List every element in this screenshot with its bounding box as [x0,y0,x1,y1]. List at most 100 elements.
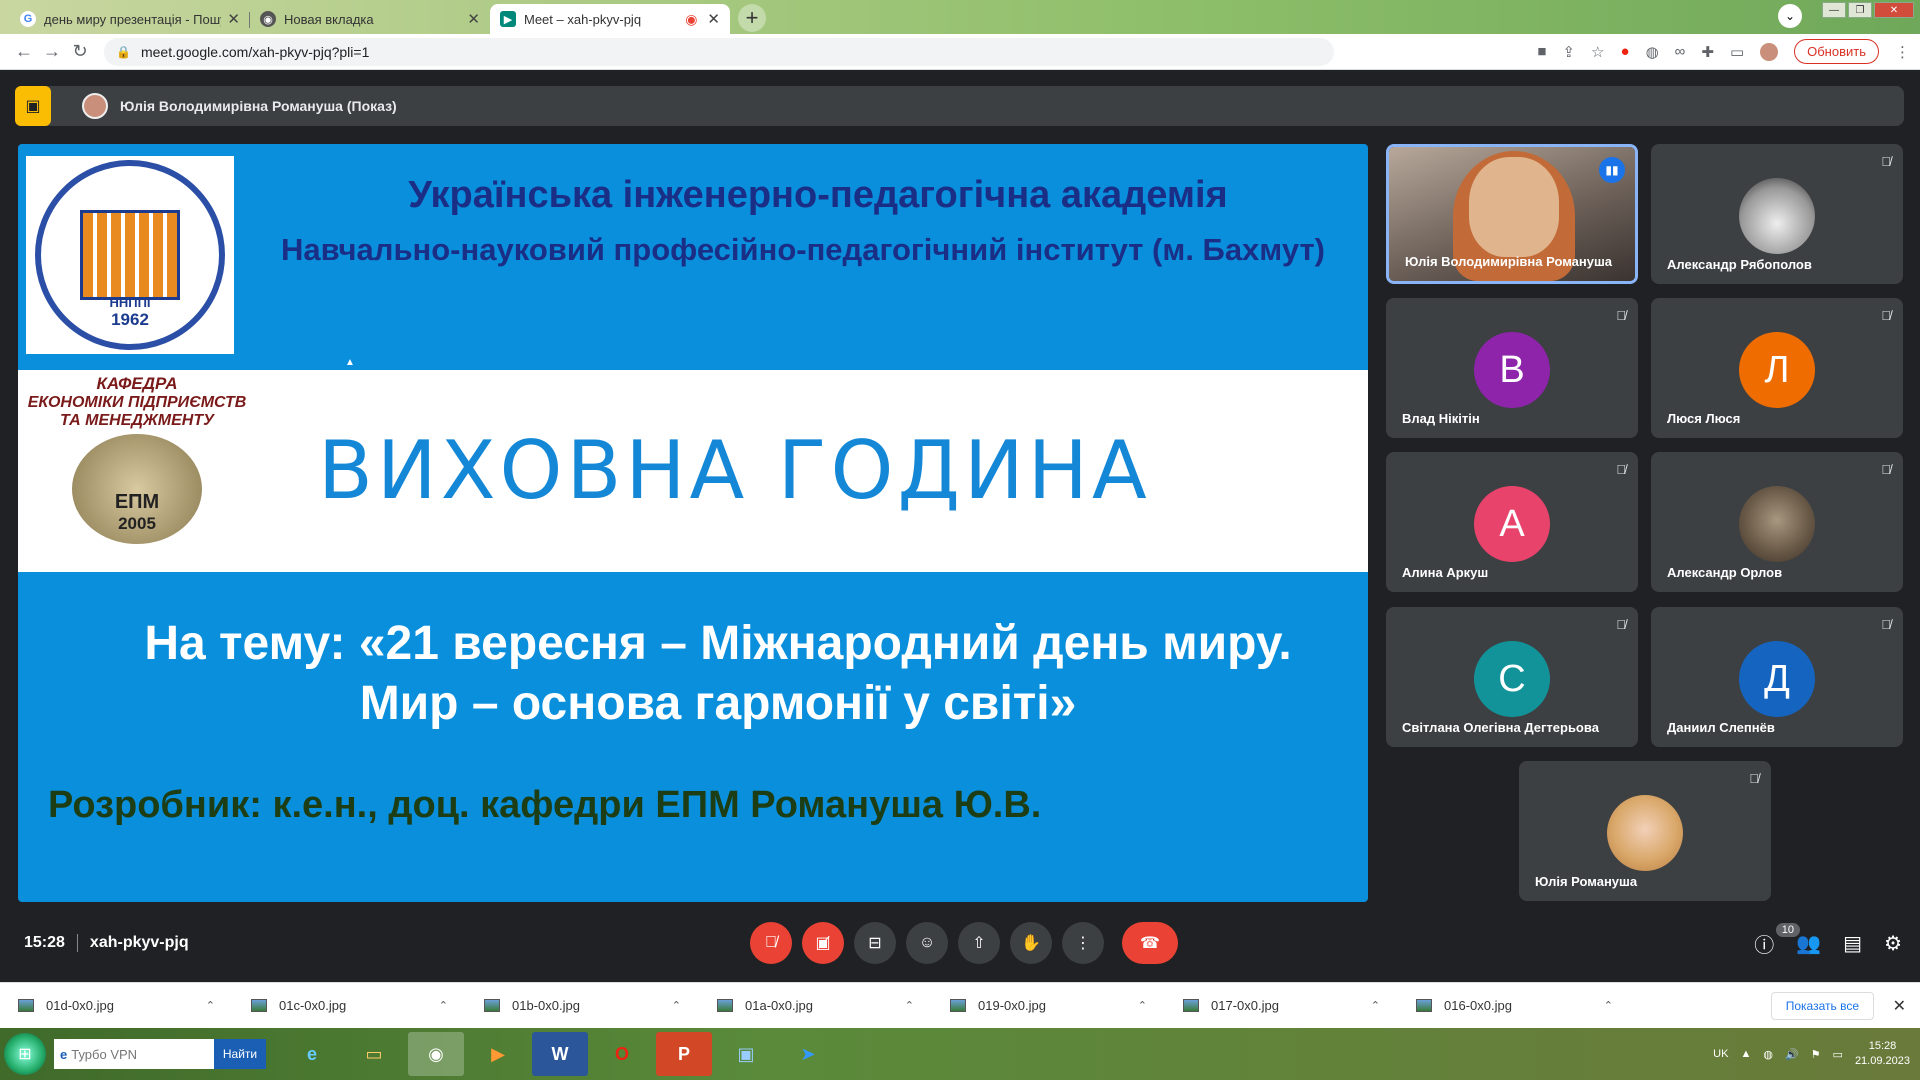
forward-button[interactable]: → [38,41,66,62]
tab-google-search[interactable]: G день миру презентація - Пошук ✕ [10,4,250,34]
telegram-icon[interactable]: ➤ [780,1032,836,1076]
profile-avatar[interactable] [1760,42,1779,61]
chevron-up-icon[interactable]: ⌃ [1604,999,1613,1012]
download-item[interactable]: 019-0x0.jpg ⌃ [932,998,1165,1013]
tab-meet[interactable]: ▶ Meet – xah-pkyv-pjq ◉ ✕ [490,4,730,34]
participant-name: Даниил Слепнёв [1667,720,1775,735]
dept-abbr: ЕПМ [114,491,160,513]
raise-hand-button[interactable]: ✋ [1010,922,1052,964]
logo-abbr: ННППІ [109,295,151,310]
participant-tile[interactable]: 🎙̸ Александр Орлов [1651,452,1903,592]
new-tab-button[interactable]: + [738,4,766,32]
media-player-icon[interactable]: ▶ [470,1032,526,1076]
close-icon[interactable]: ✕ [227,10,240,28]
tab-search-button[interactable]: ⌄ [1778,4,1802,28]
reload-button[interactable]: ↻ [66,41,94,62]
image-file-icon [251,999,267,1012]
opera-icon[interactable]: O [594,1032,650,1076]
photo-viewer-icon[interactable]: ▣ [718,1032,774,1076]
chat-icon[interactable]: ▤ [1843,931,1862,956]
reactions-button[interactable]: ☺ [906,922,948,964]
captions-button[interactable]: ⊟ [854,922,896,964]
chevron-up-icon[interactable]: ⌃ [672,999,681,1012]
download-item[interactable]: 017-0x0.jpg ⌃ [1165,998,1398,1013]
restore-button[interactable]: ❐ [1848,2,1872,18]
taskbar-search-button[interactable]: Найти [214,1039,266,1069]
download-item[interactable]: 01a-0x0.jpg ⌃ [699,998,932,1013]
meeting-info: 15:28 xah-pkyv-pjq [24,933,189,952]
close-icon[interactable]: ✕ [467,10,480,28]
opera-extension-icon[interactable]: ● [1621,43,1630,60]
share-icon[interactable]: ⇪ [1562,43,1575,61]
participant-tile[interactable]: 🎙̸ А Алина Аркуш [1386,452,1638,592]
stop-presenting-icon[interactable]: ▣ [15,86,51,126]
info-icon[interactable]: ⓘ [1754,929,1774,958]
dept-line3: ТА МЕНЕДЖМЕНТУ [60,412,214,429]
bookmark-star-icon[interactable]: ☆ [1591,43,1604,61]
camera-toggle-button[interactable]: ▣̸ [802,922,844,964]
language-indicator[interactable]: UK [1713,1048,1728,1060]
participant-tile[interactable]: 🎙̸ Д Даниил Слепнёв [1651,607,1903,747]
present-button[interactable]: ⇧ [958,922,1000,964]
call-controls: 🎙̸ ▣̸ ⊟ ☺ ⇧ ✋ ⋮ ☎ [750,922,1178,964]
lock-icon[interactable]: 🔒 [116,45,131,59]
dept-year: 2005 [118,514,156,533]
participant-tile[interactable]: 🎙̸ В Влад Нікітін [1386,298,1638,438]
mic-off-icon: 🎙̸ [1616,617,1626,632]
puzzle-extensions-icon[interactable]: ✚ [1701,43,1714,61]
camera-icon[interactable]: ■ [1537,43,1546,60]
download-item[interactable]: 01b-0x0.jpg ⌃ [466,998,699,1013]
present-screen-icon: ⇧ [972,935,986,952]
powerpoint-icon[interactable]: P [656,1032,712,1076]
mic-off-icon: 🎙̸ [1881,462,1891,477]
participant-tile[interactable]: 🎙̸ С Світлана Олегівна Дегтерьова [1386,607,1638,747]
chrome-icon[interactable]: ◉ [408,1032,464,1076]
word-icon[interactable]: W [532,1032,588,1076]
chevron-up-icon[interactable]: ⌃ [439,999,448,1012]
people-icon[interactable]: 👥 [1796,931,1821,956]
participant-photo [1607,795,1683,871]
url-field[interactable]: 🔒 meet.google.com/xah-pkyv-pjq?pli=1 [104,37,1334,66]
extension-icon[interactable]: ◍ [1646,43,1659,61]
start-button[interactable]: ⊞ [4,1033,46,1075]
download-item[interactable]: 01c-0x0.jpg ⌃ [233,998,466,1013]
download-item[interactable]: 01d-0x0.jpg ⌃ [0,998,233,1013]
participant-avatar: Л [1739,332,1815,408]
download-item[interactable]: 016-0x0.jpg ⌃ [1398,998,1631,1013]
chevron-up-icon[interactable]: ⌃ [1138,999,1147,1012]
flag-icon[interactable]: ⚑ [1811,1048,1821,1061]
close-window-button[interactable]: ✕ [1874,2,1914,18]
power-icon[interactable]: ▭ [1833,1048,1843,1061]
vpn-extension-icon[interactable]: ∞ [1675,43,1686,60]
participant-tile[interactable]: ▮▮ Юлія Володимирівна Романуша [1386,144,1638,284]
close-icon[interactable]: ✕ [1893,996,1906,1016]
activities-icon[interactable]: ⚙ [1884,931,1902,956]
show-all-downloads-button[interactable]: Показать все [1770,991,1874,1020]
taskbar-clock[interactable]: 15:28 21.09.2023 [1855,1039,1910,1069]
leave-call-button[interactable]: ☎ [1122,922,1178,964]
menu-dots-icon[interactable]: ⋮ [1895,43,1910,61]
chevron-up-icon[interactable]: ⌃ [905,999,914,1012]
taskbar-search-input[interactable]: e Турбо VPN [54,1039,214,1069]
side-panel-icon[interactable]: ▭ [1730,43,1744,61]
update-button[interactable]: Обновить [1794,39,1879,64]
file-explorer-icon[interactable]: ▭ [346,1032,402,1076]
tab-new-tab[interactable]: ◉ Новая вкладка ✕ [250,4,490,34]
tray-expand-icon[interactable]: ▲ [1740,1048,1751,1060]
chevron-up-icon[interactable]: ⌃ [206,999,215,1012]
mic-toggle-button[interactable]: 🎙̸ [750,922,792,964]
chevron-up-icon[interactable]: ⌃ [1371,999,1380,1012]
participant-tile[interactable]: 🎙̸ Юлія Романуша [1519,761,1771,901]
network-icon[interactable]: ◍ [1763,1048,1773,1061]
participant-name: Александр Рябополов [1667,257,1812,272]
minimize-button[interactable]: — [1822,2,1846,18]
close-icon[interactable]: ✕ [707,10,720,28]
back-button[interactable]: ← [10,41,38,62]
internet-explorer-icon[interactable]: e [284,1032,340,1076]
meet-icon: ▶ [500,11,516,27]
dept-line1: КАФЕДРА [96,374,178,393]
participant-tile[interactable]: 🎙̸ Александр Рябополов [1651,144,1903,284]
more-options-button[interactable]: ⋮ [1062,922,1104,964]
volume-icon[interactable]: 🔊 [1785,1048,1799,1061]
participant-tile[interactable]: 🎙̸ Л Люся Люся [1651,298,1903,438]
